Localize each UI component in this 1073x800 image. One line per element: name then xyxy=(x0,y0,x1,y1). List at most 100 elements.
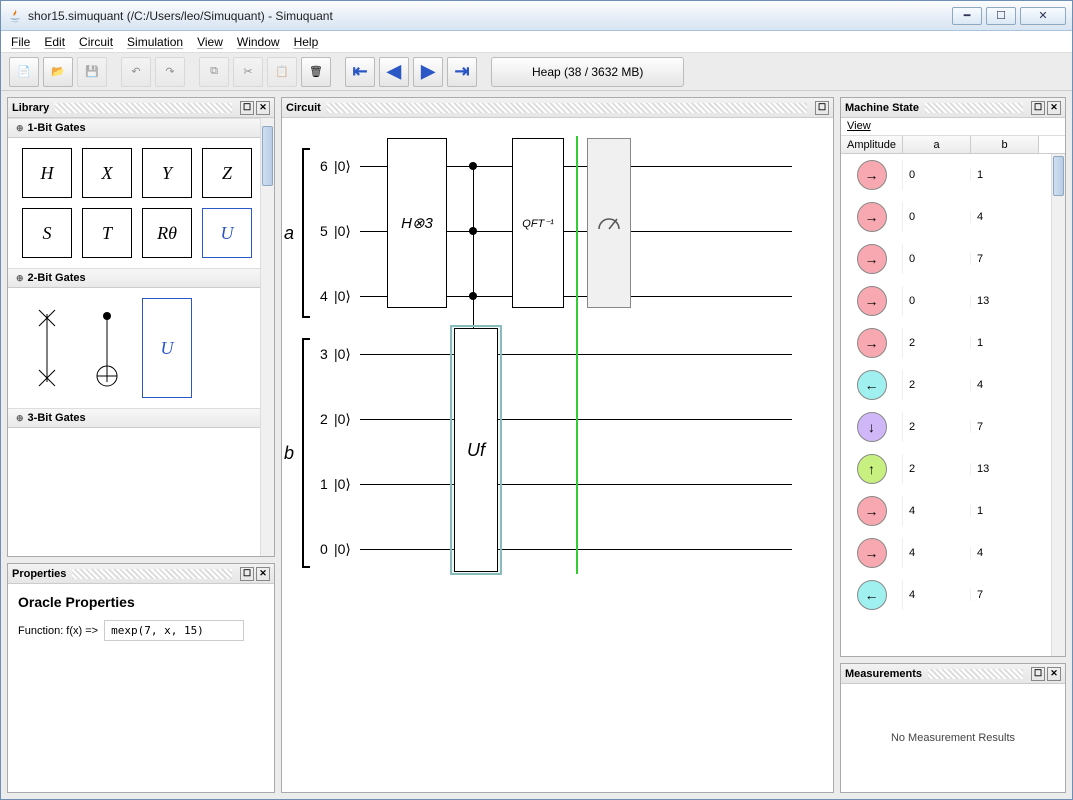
menu-window[interactable]: Window xyxy=(237,35,280,49)
state-row[interactable]: →41 xyxy=(841,490,1065,532)
state-row[interactable]: →21 xyxy=(841,322,1065,364)
section-3bit[interactable]: 3-Bit Gates xyxy=(8,408,274,428)
gate-s[interactable]: S xyxy=(22,208,72,258)
machine-state-view-menu[interactable]: View xyxy=(847,120,871,132)
machine-state-rows: →01→04→07→013→21←24↓27↑213→41→44←47 xyxy=(841,154,1065,656)
state-b-value: 13 xyxy=(971,463,1039,475)
qubit-2-ket: |0⟩ xyxy=(334,411,351,428)
menu-simulation[interactable]: Simulation xyxy=(127,35,183,49)
qubit-4-idx: 4 xyxy=(320,288,328,304)
gate-u[interactable]: U xyxy=(202,208,252,258)
gate-rtheta[interactable]: Rθ xyxy=(142,208,192,258)
measurements-empty: No Measurement Results xyxy=(841,684,1065,792)
amplitude-icon: ← xyxy=(857,580,887,610)
state-row[interactable]: ←47 xyxy=(841,574,1065,616)
machine-state-close-button[interactable]: ✕ xyxy=(1047,101,1061,115)
step-last-button[interactable]: ⇥ xyxy=(447,57,477,87)
step-forward-button[interactable]: ▶ xyxy=(413,57,443,87)
gate-y[interactable]: Y xyxy=(142,148,192,198)
state-row[interactable]: ↑213 xyxy=(841,448,1065,490)
undo-button[interactable]: ↶ xyxy=(121,57,151,87)
amplitude-icon: → xyxy=(857,286,887,316)
state-a-value: 4 xyxy=(903,589,971,601)
menu-file[interactable]: File xyxy=(11,35,30,49)
state-row[interactable]: →44 xyxy=(841,532,1065,574)
amplitude-icon: → xyxy=(857,328,887,358)
machine-state-header: Machine State ☐ ✕ xyxy=(841,98,1065,118)
state-a-value: 2 xyxy=(903,379,971,391)
library-close-button[interactable]: ✕ xyxy=(256,101,270,115)
measure-icon xyxy=(597,215,621,231)
state-b-value: 13 xyxy=(971,295,1039,307)
gate-hadamard-block[interactable]: H⊗3 xyxy=(387,138,447,308)
open-button[interactable]: 📂 xyxy=(43,57,73,87)
state-row[interactable]: ←24 xyxy=(841,364,1065,406)
machine-state-max-button[interactable]: ☐ xyxy=(1031,101,1045,115)
step-first-button[interactable]: ⇤ xyxy=(345,57,375,87)
save-button[interactable]: 💾 xyxy=(77,57,107,87)
java-icon xyxy=(7,8,23,24)
gate-z[interactable]: Z xyxy=(202,148,252,198)
step-back-button[interactable]: ◀ xyxy=(379,57,409,87)
circuit-max-button[interactable]: ☐ xyxy=(815,101,829,115)
gate-cu[interactable]: U xyxy=(142,298,192,398)
state-b-value: 7 xyxy=(971,421,1039,433)
maximize-button[interactable]: ☐ xyxy=(986,7,1016,25)
qubit-3-idx: 3 xyxy=(320,346,328,362)
menu-help[interactable]: Help xyxy=(294,35,319,49)
titlebar: shor15.simuquant (/C:/Users/leo/Simuquan… xyxy=(1,1,1072,31)
gate-h[interactable]: H xyxy=(22,148,72,198)
properties-max-button[interactable]: ☐ xyxy=(240,567,254,581)
gate-swap[interactable] xyxy=(22,298,72,398)
menu-circuit[interactable]: Circuit xyxy=(79,35,113,49)
library-max-button[interactable]: ☐ xyxy=(240,101,254,115)
section-2bit[interactable]: 2-Bit Gates xyxy=(8,268,274,288)
qubit-3-ket: |0⟩ xyxy=(334,346,351,363)
library-scrollbar[interactable] xyxy=(262,126,273,186)
state-b-value: 1 xyxy=(971,337,1039,349)
paste-button[interactable]: 📋 xyxy=(267,57,297,87)
circuit-panel-header: Circuit ☐ xyxy=(282,98,833,118)
section-1bit[interactable]: 1-Bit Gates xyxy=(8,118,274,138)
menu-edit[interactable]: Edit xyxy=(44,35,65,49)
col-amplitude: Amplitude xyxy=(841,136,903,153)
gate-cnot[interactable] xyxy=(82,298,132,398)
circuit-canvas[interactable]: a 6 |0⟩ 5 |0⟩ 4 |0⟩ b 3 |0⟩ 2 xyxy=(282,118,833,792)
properties-title: Properties xyxy=(12,568,66,580)
state-row[interactable]: →01 xyxy=(841,154,1065,196)
state-a-value: 0 xyxy=(903,211,971,223)
qubit-6-ket: |0⟩ xyxy=(334,158,351,175)
measurements-max-button[interactable]: ☐ xyxy=(1031,667,1045,681)
measurements-close-button[interactable]: ✕ xyxy=(1047,667,1061,681)
machine-state-scrollbar[interactable] xyxy=(1053,156,1064,196)
register-a-label: a xyxy=(284,223,294,244)
state-row[interactable]: ↓27 xyxy=(841,406,1065,448)
gate-measure-block[interactable] xyxy=(587,138,631,308)
properties-panel-header: Properties ☐ ✕ xyxy=(8,564,274,584)
properties-close-button[interactable]: ✕ xyxy=(256,567,270,581)
qubit-6-idx: 6 xyxy=(320,158,328,174)
state-row[interactable]: →013 xyxy=(841,280,1065,322)
function-input[interactable] xyxy=(104,620,244,641)
state-a-value: 0 xyxy=(903,253,971,265)
state-b-value: 4 xyxy=(971,547,1039,559)
simulation-cursor[interactable] xyxy=(576,136,578,574)
delete-button[interactable]: 🗑 xyxy=(301,57,331,87)
copy-button[interactable]: ⧉ xyxy=(199,57,229,87)
cut-button[interactable]: ✂ xyxy=(233,57,263,87)
minimize-button[interactable]: ━ xyxy=(952,7,982,25)
heap-button[interactable]: Heap (38 / 3632 MB) xyxy=(491,57,684,87)
gate-qft-block[interactable]: QFT⁻¹ xyxy=(512,138,564,308)
amplitude-icon: → xyxy=(857,244,887,274)
state-a-value: 4 xyxy=(903,505,971,517)
state-row[interactable]: →04 xyxy=(841,196,1065,238)
state-a-value: 4 xyxy=(903,547,971,559)
close-button[interactable]: ✕ xyxy=(1020,7,1066,25)
gate-t[interactable]: T xyxy=(82,208,132,258)
menu-view[interactable]: View xyxy=(197,35,223,49)
gate-uf-block[interactable]: Uf xyxy=(454,328,498,572)
redo-button[interactable]: ↷ xyxy=(155,57,185,87)
gate-x[interactable]: X xyxy=(82,148,132,198)
state-row[interactable]: →07 xyxy=(841,238,1065,280)
new-button[interactable]: 📄 xyxy=(9,57,39,87)
